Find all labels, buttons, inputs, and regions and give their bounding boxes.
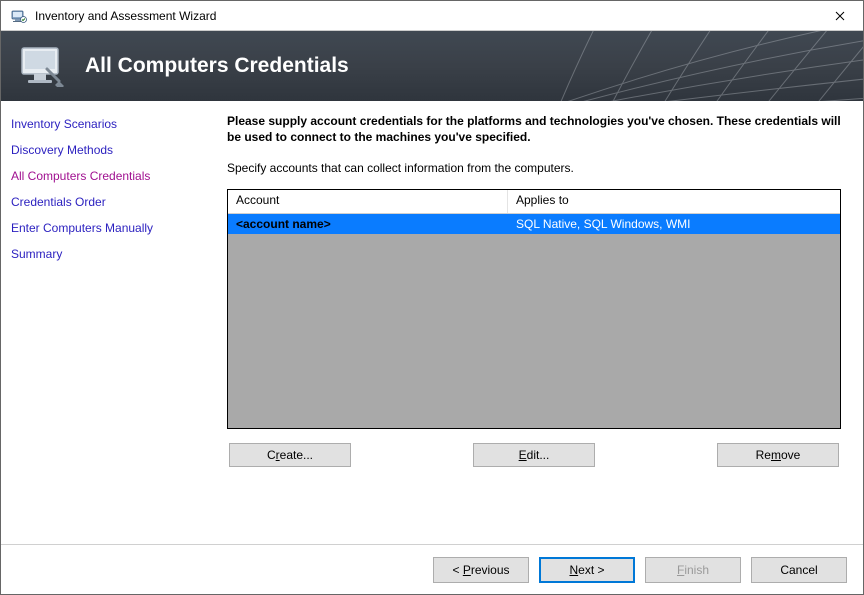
cell-applies-to: SQL Native, SQL Windows, WMI bbox=[508, 216, 840, 232]
remove-button[interactable]: Remove bbox=[717, 443, 839, 467]
edit-button[interactable]: Edit... bbox=[473, 443, 595, 467]
cancel-button[interactable]: Cancel bbox=[751, 557, 847, 583]
banner-monitor-icon bbox=[19, 45, 67, 87]
sidebar-item-credentials-order[interactable]: Credentials Order bbox=[1, 189, 213, 215]
create-button[interactable]: Create... bbox=[229, 443, 351, 467]
subinstruction-text: Specify accounts that can collect inform… bbox=[227, 161, 841, 175]
main-panel: Please supply account credentials for th… bbox=[213, 101, 863, 544]
body: Inventory Scenarios Discovery Methods Al… bbox=[1, 101, 863, 544]
sidebar-item-discovery-methods[interactable]: Discovery Methods bbox=[1, 137, 213, 163]
cell-account: <account name> bbox=[228, 216, 508, 232]
sidebar-item-inventory-scenarios[interactable]: Inventory Scenarios bbox=[1, 111, 213, 137]
close-button[interactable] bbox=[817, 1, 863, 31]
finish-button: Finish bbox=[645, 557, 741, 583]
column-header-applies-to[interactable]: Applies to bbox=[508, 190, 840, 213]
sidebar-item-all-computers-credentials[interactable]: All Computers Credentials bbox=[1, 163, 213, 189]
sidebar-item-summary[interactable]: Summary bbox=[1, 241, 213, 267]
sidebar-item-enter-computers-manually[interactable]: Enter Computers Manually bbox=[1, 215, 213, 241]
banner-title: All Computers Credentials bbox=[85, 54, 349, 78]
next-button[interactable]: Next > bbox=[539, 557, 635, 583]
sidebar: Inventory Scenarios Discovery Methods Al… bbox=[1, 101, 213, 544]
table-header: Account Applies to bbox=[228, 190, 840, 214]
credentials-table: Account Applies to <account name> SQL Na… bbox=[227, 189, 841, 429]
table-row[interactable]: <account name> SQL Native, SQL Windows, … bbox=[228, 214, 840, 234]
banner: All Computers Credentials bbox=[1, 31, 863, 101]
previous-button[interactable]: < Previous bbox=[433, 557, 529, 583]
banner-decoration bbox=[513, 31, 863, 101]
footer: < Previous Next > Finish Cancel bbox=[1, 544, 863, 594]
titlebar: Inventory and Assessment Wizard bbox=[1, 1, 863, 31]
wizard-window: Inventory and Assessment Wizard bbox=[0, 0, 864, 595]
instruction-text: Please supply account credentials for th… bbox=[227, 113, 841, 145]
window-title: Inventory and Assessment Wizard bbox=[35, 9, 817, 23]
app-icon bbox=[11, 8, 27, 24]
table-buttons-row: Create... Edit... Remove bbox=[227, 443, 841, 467]
column-header-account[interactable]: Account bbox=[228, 190, 508, 213]
table-body: <account name> SQL Native, SQL Windows, … bbox=[228, 214, 840, 428]
